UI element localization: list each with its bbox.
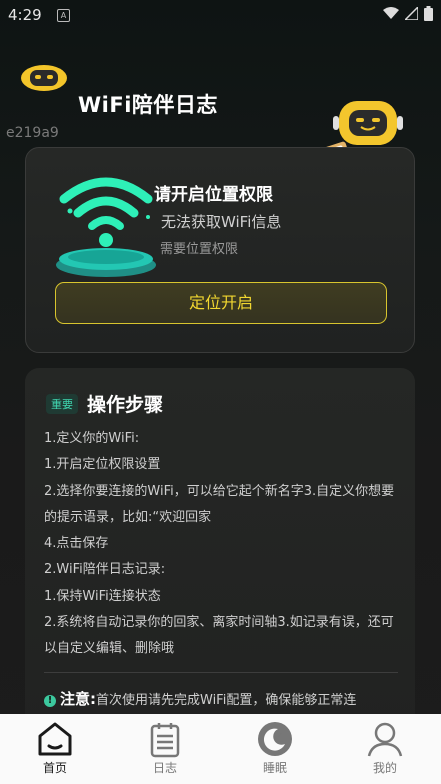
step-line: 2.选择你要连接的WiFi，可以给它起个新名字3.自定义你想要的提示语录，比如:… — [44, 483, 395, 525]
status-icons — [383, 6, 433, 21]
steps-card: 重要 操作步骤 1.定义你的WiFi: 1.开启定位权限设置 2.选择你要连接的… — [25, 368, 415, 748]
enable-location-button[interactable]: 定位开启 — [55, 282, 387, 324]
note-text: 首次使用请先完成WiFi配置，确保能够正常连 — [96, 693, 357, 708]
steps-list: 1.定义你的WiFi: 1.开启定位权限设置 2.选择你要连接的WiFi，可以给… — [44, 426, 404, 663]
notification-a-icon: A — [57, 9, 70, 22]
permission-hint: 需要位置权限 — [160, 242, 239, 257]
important-badge: 重要 — [46, 394, 78, 414]
tab-sleep-label: 睡眠 — [262, 761, 287, 775]
tab-profile-label: 我的 — [372, 761, 397, 775]
tab-home[interactable]: 首页 — [0, 714, 110, 784]
step-line: 2.系统将自动记录你的回家、离家时间轴3.如记录有误，还可以自定义编辑、删除哦 — [44, 615, 394, 657]
step-line: 4.点击保存 — [44, 536, 109, 552]
wifi-illustration-icon — [56, 177, 156, 277]
permission-title: 请开启位置权限 — [154, 185, 273, 205]
app-title: WiFi陪伴日志 — [78, 93, 218, 117]
tab-sleep[interactable]: z 睡眠 — [220, 714, 330, 784]
step-line: 1.保持WiFi连接状态 — [44, 588, 161, 604]
note-label: 注意: — [60, 690, 96, 708]
divider — [44, 672, 398, 673]
home-icon — [38, 722, 72, 756]
tab-log[interactable]: 日志 — [110, 714, 220, 784]
step-line: 2.WiFi陪伴日志记录: — [44, 562, 166, 578]
steps-title: 操作步骤 — [87, 394, 164, 416]
status-bar: 4:29 A — [0, 0, 441, 30]
robot-logo-icon — [21, 65, 67, 91]
signal-icon — [405, 7, 418, 20]
wifi-icon — [383, 7, 399, 19]
step-line: 1.定义你的WiFi: — [44, 431, 140, 446]
exclamation-icon: ! — [44, 695, 56, 707]
device-code: e219a9 — [6, 125, 59, 141]
tab-home-label: 首页 — [42, 761, 67, 775]
note: ! 注意:首次使用请先完成WiFi配置，确保能够正常连 — [44, 688, 404, 709]
profile-icon — [367, 722, 403, 757]
step-line: 1.开启定位权限设置 — [44, 457, 161, 473]
battery-icon — [424, 6, 433, 21]
permission-subtitle: 无法获取WiFi信息 — [161, 213, 282, 231]
header: WiFi陪伴日志 e219a9 — [0, 40, 441, 189]
sleep-icon: z — [258, 722, 292, 756]
tab-log-label: 日志 — [152, 761, 177, 775]
tab-profile[interactable]: 我的 — [330, 714, 440, 784]
log-icon — [150, 723, 180, 758]
bottom-tab-bar: 首页 日志 z 睡眠 我的 — [0, 714, 441, 784]
status-time: 4:29 — [8, 6, 42, 24]
svg-text:z: z — [278, 730, 282, 739]
permission-card: 请开启位置权限 无法获取WiFi信息 需要位置权限 定位开启 — [25, 147, 415, 353]
